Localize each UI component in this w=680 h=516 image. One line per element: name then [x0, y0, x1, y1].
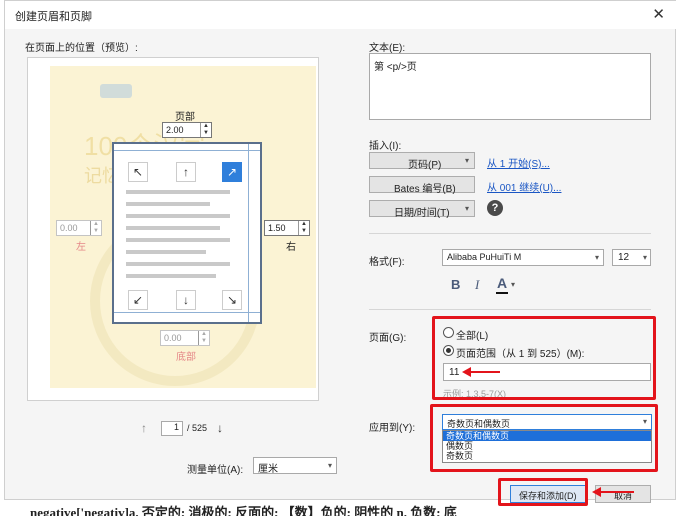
bottom-left-position-icon[interactable]: ↙ — [128, 290, 148, 310]
bottom-margin-label: 底部 — [176, 352, 196, 363]
bates-number-button[interactable]: Bates 编号(B) — [369, 176, 475, 195]
annotation-box-apply-to — [430, 404, 658, 472]
page-preview-card: ↖ ↑ ↗ ↙ ↓ ↘ — [112, 142, 262, 324]
page-number-start-link[interactable]: 从 1 开始(S)... — [487, 155, 550, 170]
page-number-button-label: 页码(P) — [408, 160, 442, 171]
bottom-right-position-icon[interactable]: ↘ — [222, 290, 242, 310]
left-margin-value: 0.00 — [60, 223, 78, 233]
page-number-input[interactable]: 1 — [161, 421, 183, 436]
font-color-icon[interactable]: A — [497, 275, 507, 291]
apply-to-label: 应用到(Y): — [369, 423, 416, 434]
bates-button-label: Bates 编号(B) — [394, 184, 456, 195]
annotation-box-pages — [432, 316, 656, 400]
text-input[interactable]: 第 <p/>页 — [369, 53, 651, 120]
spinner-arrows-icon[interactable]: ▲ ▼ — [200, 123, 211, 137]
text-line — [126, 226, 220, 230]
top-right-position-icon[interactable]: ↗ — [222, 162, 242, 182]
text-input-value: 第 <p/>页 — [374, 62, 417, 73]
spinner-arrows-icon[interactable]: ▲ ▼ — [198, 331, 209, 345]
bold-icon[interactable]: B — [451, 277, 460, 292]
chevron-down-icon: ▾ — [642, 253, 647, 262]
font-select[interactable]: Alibaba PuHuiTi M ▾ — [442, 249, 604, 266]
page-total: / 525 — [187, 423, 208, 433]
preview-label: 在页面上的位置（预览）: — [25, 43, 138, 54]
divider — [369, 309, 651, 310]
page-bg-blob — [100, 84, 132, 98]
font-size-select[interactable]: 12 ▾ — [612, 249, 651, 266]
top-left-position-icon[interactable]: ↖ — [128, 162, 148, 182]
top-margin-label: 页部 — [175, 112, 195, 123]
annotation-arrow-icon — [462, 367, 500, 377]
format-label: 格式(F): — [369, 257, 405, 268]
top-center-position-icon[interactable]: ↑ — [176, 162, 196, 182]
chevron-down-icon: ▾ — [464, 156, 469, 165]
margin-guide-top — [114, 150, 260, 151]
text-line — [126, 250, 206, 254]
page-number-button[interactable]: 页码(P) ▾ — [369, 152, 475, 171]
spinner-arrows-icon[interactable]: ▲ ▼ — [298, 221, 309, 235]
unit-select[interactable]: 厘米 ▾ — [253, 457, 337, 475]
datetime-button-label: 日期/时间(T) — [394, 208, 450, 219]
page-number-value: 1 — [173, 422, 179, 432]
text-line — [126, 190, 230, 194]
font-color-swatch — [496, 292, 508, 294]
right-margin-spinner[interactable]: 1.50 ▲ ▼ — [264, 220, 310, 236]
close-icon[interactable]: ✕ — [652, 5, 665, 23]
unit-select-value: 厘米 — [258, 464, 278, 475]
chevron-down-icon: ▾ — [327, 461, 332, 470]
dialog-title: 创建页眉和页脚 — [15, 11, 92, 23]
chevron-down-icon: ▾ — [594, 253, 599, 262]
divider — [369, 233, 651, 234]
text-line — [126, 238, 230, 242]
spinner-arrows-icon[interactable]: ▲ ▼ — [90, 221, 101, 235]
title-bar: 创建页眉和页脚 ✕ — [5, 1, 677, 29]
font-select-value: Alibaba PuHuiTi M — [447, 252, 522, 262]
right-margin-value: 1.50 — [268, 223, 286, 233]
bottom-margin-value: 0.00 — [164, 333, 182, 343]
help-icon[interactable]: ? — [487, 200, 503, 216]
insert-label: 插入(I): — [369, 141, 402, 152]
unit-label: 测量单位(A): — [187, 465, 244, 476]
text-line — [126, 214, 230, 218]
text-label: 文本(E): — [369, 43, 406, 54]
text-line — [126, 262, 230, 266]
margin-guide-right — [248, 144, 249, 322]
right-margin-label: 右 — [286, 242, 296, 253]
left-margin-label: 左 — [76, 242, 86, 253]
datetime-button[interactable]: 日期/时间(T) ▾ — [369, 200, 475, 219]
pages-label: 页面(G): — [369, 333, 407, 344]
next-page-icon[interactable]: ↓ — [217, 421, 223, 435]
italic-icon[interactable]: I — [475, 277, 479, 293]
preview-area: 100个汉字 记忆 词 页部 2.00 ▲▼ 0.00 ▲▼ 左 1.50 ▲▼… — [27, 57, 319, 401]
prev-page-icon[interactable]: ↑ — [141, 421, 147, 435]
left-margin-spinner[interactable]: 0.00 ▲ ▼ — [56, 220, 102, 236]
text-line — [126, 274, 216, 278]
font-size-value: 12 — [618, 252, 630, 263]
bates-continue-link[interactable]: 从 001 继续(U)... — [487, 179, 561, 194]
annotation-arrow-icon — [592, 487, 634, 497]
chevron-down-icon[interactable]: ▾ — [511, 280, 515, 289]
top-margin-spinner[interactable]: 2.00 ▲ ▼ — [162, 122, 212, 138]
bottom-center-position-icon[interactable]: ↓ — [176, 290, 196, 310]
bottom-margin-spinner[interactable]: 0.00 ▲ ▼ — [160, 330, 210, 346]
text-line — [126, 202, 210, 206]
margin-guide-bottom — [114, 312, 260, 313]
top-margin-value: 2.00 — [166, 125, 184, 135]
chevron-down-icon: ▾ — [464, 204, 469, 213]
background-document-text: negative['negativ]a. 否定的; 消极的; 反面的; 【数】负… — [30, 505, 457, 516]
